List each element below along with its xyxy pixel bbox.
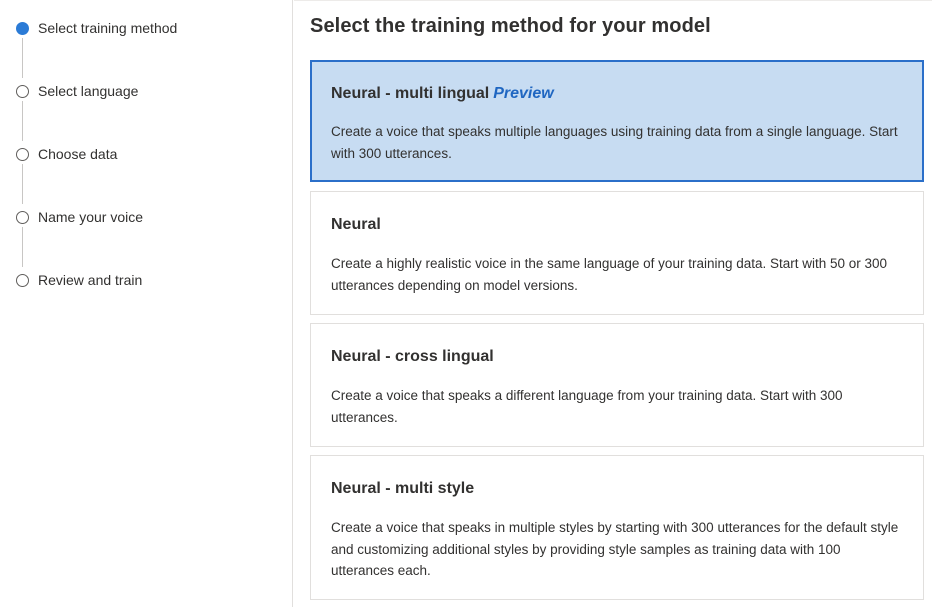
step-name-your-voice[interactable]: Name your voice bbox=[16, 207, 143, 227]
option-title: Neural - multi lingual Preview bbox=[331, 85, 554, 103]
step-active-indicator-icon bbox=[16, 21, 29, 35]
page-title: Select the training method for your mode… bbox=[310, 15, 711, 37]
option-title: Neural - multi style bbox=[331, 480, 475, 497]
step-label: Name your voice bbox=[38, 209, 144, 225]
step-review-and-train[interactable]: Review and train bbox=[16, 270, 142, 290]
step-choose-data[interactable]: Choose data bbox=[16, 144, 117, 164]
main-panel: Select the training method for your mode… bbox=[294, 0, 932, 607]
wizard-stepper: Select training method Select language C… bbox=[0, 0, 293, 607]
step-label: Select training method bbox=[38, 20, 178, 36]
step-indicator-icon bbox=[16, 273, 29, 287]
option-description: Create a voice that speaks multiple lang… bbox=[331, 124, 898, 161]
step-select-language[interactable]: Select language bbox=[16, 81, 138, 101]
option-card-neural[interactable]: Neural Create a highly realistic voice i… bbox=[310, 191, 924, 315]
step-connector bbox=[22, 38, 23, 78]
option-card-neural-multi-style[interactable]: Neural - multi style Create a voice that… bbox=[310, 455, 924, 600]
step-indicator-icon bbox=[16, 84, 29, 98]
option-title: Neural - cross lingual bbox=[331, 348, 494, 365]
step-connector bbox=[22, 101, 23, 141]
step-indicator-icon bbox=[16, 210, 29, 224]
step-label: Select language bbox=[38, 83, 139, 99]
option-description: Create a voice that speaks in multiple s… bbox=[331, 520, 899, 578]
option-title-text: Neural - multi lingual bbox=[331, 85, 490, 102]
option-title: Neural bbox=[331, 216, 381, 233]
step-indicator-icon bbox=[16, 147, 29, 161]
option-description: Create a highly realistic voice in the s… bbox=[331, 256, 888, 293]
preview-badge: Preview bbox=[493, 85, 554, 102]
training-method-wizard: Select training method Select language C… bbox=[0, 0, 932, 607]
step-select-training-method[interactable]: Select training method bbox=[16, 18, 177, 38]
step-label: Review and train bbox=[38, 272, 143, 288]
step-connector bbox=[22, 164, 23, 204]
option-description: Create a voice that speaks a different l… bbox=[331, 388, 843, 425]
step-connector bbox=[22, 227, 23, 267]
step-label: Choose data bbox=[38, 146, 118, 162]
divider bbox=[294, 0, 932, 1]
option-card-neural-multi-lingual[interactable]: Neural - multi lingual Preview Create a v… bbox=[310, 60, 924, 182]
option-card-neural-cross-lingual[interactable]: Neural - cross lingual Create a voice th… bbox=[310, 323, 924, 447]
